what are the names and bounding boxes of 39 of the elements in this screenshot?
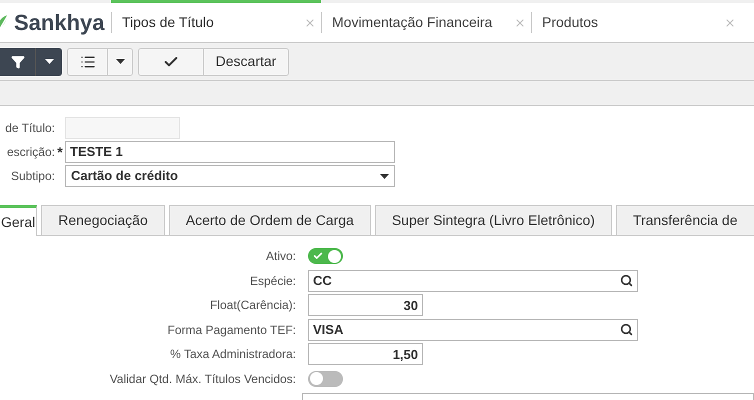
lookup-field[interactable]: VISA (308, 318, 638, 341)
field-label: Ativo: (266, 248, 296, 266)
form-tab[interactable]: Super Sintegra (Livro Eletrônico) (374, 205, 612, 235)
field-label: Validar Qtd. Máx. Títulos Vencidos: (110, 370, 296, 388)
lookup-field[interactable]: CC (308, 270, 638, 292)
field-label: % Taxa Administradora: (170, 346, 296, 364)
form-tab[interactable]: Transferência de (616, 205, 754, 235)
field-label: de Título: (5, 120, 55, 137)
caret-icon (380, 174, 389, 178)
close-icon[interactable] (514, 16, 526, 28)
search-icon[interactable] (620, 323, 633, 336)
field-label: Forma Pagamento TEF: (168, 322, 296, 339)
caret-icon (44, 59, 54, 64)
filter-icon (10, 54, 24, 68)
number-field[interactable]: 30 (308, 294, 423, 316)
check-icon (313, 251, 323, 262)
field-label: Subtipo: (10, 168, 55, 185)
field-label: Float(Carência): (210, 297, 296, 314)
toggle-switch[interactable] (308, 370, 343, 387)
list-icon (80, 54, 96, 70)
form-tab[interactable]: Renegociação (41, 205, 165, 235)
caret-icon (116, 59, 124, 64)
field-label: escrição: (6, 144, 55, 161)
toggle-switch[interactable] (308, 248, 343, 264)
filter-button[interactable] (0, 48, 62, 76)
search-icon[interactable] (620, 274, 633, 288)
subtype-select[interactable]: Cartão de crédito (65, 165, 395, 187)
description-field[interactable]: TESTE 1 (65, 141, 395, 163)
page-tab[interactable]: Movimentação Financeira (321, 0, 531, 42)
form-tab[interactable]: Acerto de Ordem de Carga (168, 205, 371, 235)
required-mark: * (57, 142, 63, 162)
brand-name: Sankhya (14, 9, 104, 37)
close-icon[interactable] (304, 16, 316, 28)
form-tab[interactable]: Geral (0, 205, 38, 236)
page-tab[interactable]: Produtos (531, 0, 741, 42)
close-icon[interactable] (724, 16, 736, 28)
field-label: Espécie: (250, 272, 296, 290)
list-button[interactable] (67, 48, 133, 76)
number-field[interactable]: 1,50 (308, 343, 423, 366)
